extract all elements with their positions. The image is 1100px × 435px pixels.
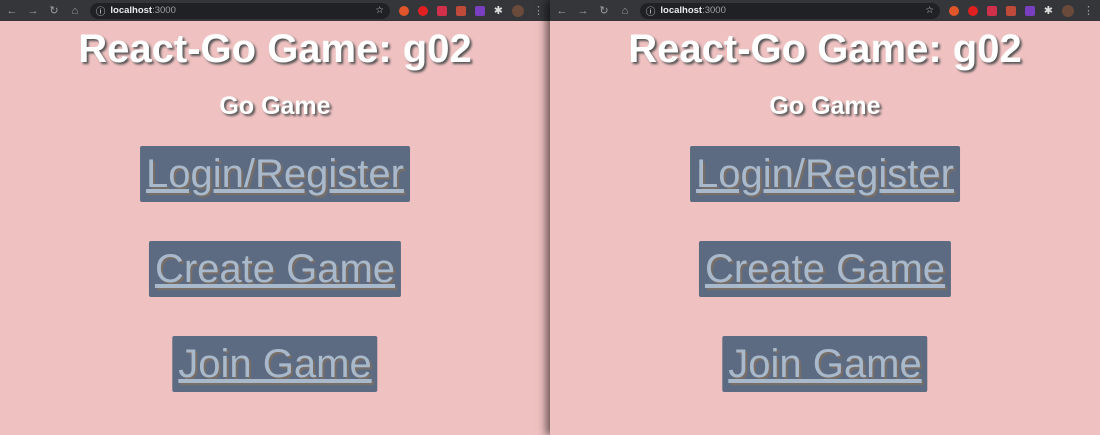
- page-content: React-Go Game: g02 Go Game Login/Registe…: [550, 21, 1100, 435]
- forward-icon[interactable]: →: [27, 5, 39, 17]
- info-icon[interactable]: ⓘ: [96, 4, 106, 18]
- url-host: localhost: [660, 5, 703, 16]
- page-subtitle: Go Game: [769, 92, 881, 120]
- browser-toolbar: ← → ↻ ⌂ ⓘ localhost:3000 ☆ ✱ ⋮: [0, 0, 550, 21]
- bookmark-star-icon[interactable]: ☆: [925, 5, 934, 16]
- login-register-button[interactable]: Login/Register: [690, 146, 960, 202]
- extensions-puzzle-icon[interactable]: ✱: [494, 4, 503, 17]
- profile-avatar[interactable]: [512, 4, 524, 17]
- login-register-button[interactable]: Login/Register: [140, 146, 410, 202]
- menu-kebab-icon[interactable]: ⋮: [1083, 4, 1094, 17]
- extension-icon[interactable]: [417, 5, 428, 16]
- extension-icon[interactable]: [436, 5, 447, 16]
- extension-icon[interactable]: [986, 5, 997, 16]
- address-bar[interactable]: ⓘ localhost:3000 ☆: [89, 2, 390, 19]
- reload-icon[interactable]: ↻: [48, 4, 60, 17]
- join-game-button[interactable]: Join Game: [172, 336, 378, 392]
- page-content: React-Go Game: g02 Go Game Login/Registe…: [0, 21, 550, 435]
- url-host: localhost: [110, 5, 153, 16]
- page-subtitle: Go Game: [219, 92, 331, 120]
- url-port: :3000: [152, 5, 176, 16]
- browser-toolbar: ← → ↻ ⌂ ⓘ localhost:3000 ☆ ✱ ⋮: [550, 0, 1100, 21]
- extension-icon[interactable]: [1024, 5, 1035, 16]
- forward-icon[interactable]: →: [577, 5, 589, 17]
- browser-window: ← → ↻ ⌂ ⓘ localhost:3000 ☆ ✱ ⋮ React-Go …: [550, 0, 1100, 435]
- extension-icon[interactable]: [1005, 5, 1016, 16]
- back-icon[interactable]: ←: [6, 5, 18, 17]
- home-icon[interactable]: ⌂: [69, 5, 81, 17]
- menu-kebab-icon[interactable]: ⋮: [533, 4, 544, 17]
- extensions-puzzle-icon[interactable]: ✱: [1044, 4, 1053, 17]
- profile-avatar[interactable]: [1062, 4, 1074, 17]
- create-game-button[interactable]: Create Game: [148, 241, 402, 297]
- create-game-button[interactable]: Create Game: [698, 241, 952, 297]
- page-title: React-Go Game: g02: [628, 27, 1022, 71]
- extension-icon[interactable]: [474, 5, 485, 16]
- reload-icon[interactable]: ↻: [598, 4, 610, 17]
- extension-icon[interactable]: [455, 5, 466, 16]
- extension-icon[interactable]: [948, 5, 959, 16]
- url-port: :3000: [702, 5, 726, 16]
- back-icon[interactable]: ←: [556, 5, 568, 17]
- home-icon[interactable]: ⌂: [619, 5, 631, 17]
- extension-icon[interactable]: [398, 5, 409, 16]
- browser-window: ← → ↻ ⌂ ⓘ localhost:3000 ☆ ✱ ⋮ React-Go …: [0, 0, 550, 435]
- page-title: React-Go Game: g02: [78, 27, 472, 71]
- join-game-button[interactable]: Join Game: [722, 336, 928, 392]
- extension-icon[interactable]: [967, 5, 978, 16]
- info-icon[interactable]: ⓘ: [646, 4, 656, 18]
- bookmark-star-icon[interactable]: ☆: [375, 5, 384, 16]
- address-bar[interactable]: ⓘ localhost:3000 ☆: [639, 2, 940, 19]
